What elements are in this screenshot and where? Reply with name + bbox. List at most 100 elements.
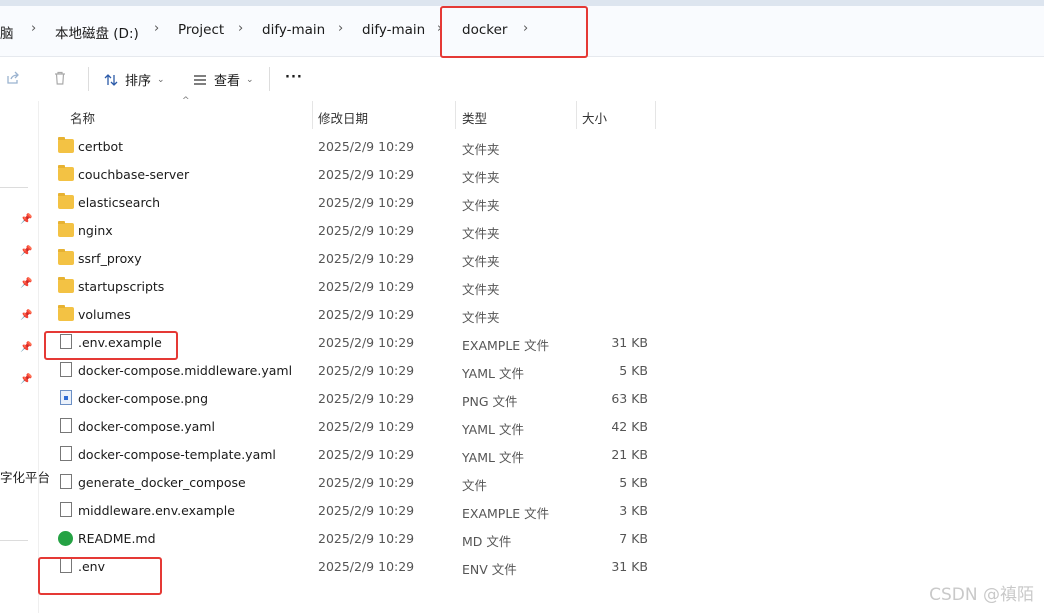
column-header-modified[interactable]: 修改日期 [313,101,455,129]
file-row[interactable]: ssrf_proxy 2025/2/9 10:29 文件夹 [52,245,662,273]
breadcrumb-project[interactable]: Project [178,22,224,38]
file-row[interactable]: certbot 2025/2/9 10:29 文件夹 [52,133,662,161]
file-size: 31 KB [611,559,648,574]
file-type: ENV 文件 [462,562,517,577]
pin-icon[interactable]: 📌 [20,374,32,385]
file-type: 文件夹 [462,282,500,297]
file-modified: 2025/2/9 10:29 [318,251,415,266]
file-row[interactable]: docker-compose.yaml 2025/2/9 10:29 YAML 文件… [52,413,662,441]
file-modified: 2025/2/9 10:29 [318,447,415,462]
file-modified: 2025/2/9 10:29 [318,279,415,294]
file-modified: 2025/2/9 10:29 [318,559,415,574]
file-name[interactable]: elasticsearch [78,195,160,210]
highlight-box [440,6,588,58]
file-name[interactable]: nginx [78,223,113,238]
file-name[interactable]: ssrf_proxy [78,251,142,266]
file-size: 21 KB [611,447,648,462]
file-type: 文件夹 [462,170,500,185]
column-header-name[interactable]: 名称 [52,101,312,129]
file-icon [60,446,72,461]
file-icon [60,502,72,517]
column-header-type[interactable]: 类型 [456,101,576,129]
breadcrumb-chevron-icon[interactable]: › [154,21,159,36]
file-row[interactable]: generate_docker_compose 2025/2/9 10:29 文件 5… [52,469,662,497]
file-row[interactable]: volumes 2025/2/9 10:29 文件夹 [52,301,662,329]
file-size: 7 KB [619,531,648,546]
file-name[interactable]: volumes [78,307,131,322]
file-modified: 2025/2/9 10:29 [318,391,415,406]
breadcrumb-chevron-icon[interactable]: › [338,21,343,36]
file-name[interactable]: startupscripts [78,279,164,294]
file-type: 文件夹 [462,198,500,213]
file-type: 文件夹 [462,142,500,157]
watermark: CSDN @禛陌 [929,585,1034,605]
file-name[interactable]: docker-compose.yaml [78,419,215,434]
delete-icon[interactable] [52,70,68,86]
sort-label: 排序 [125,74,152,89]
file-row[interactable]: nginx 2025/2/9 10:29 文件夹 [52,217,662,245]
file-row[interactable]: docker-compose.png 2025/2/9 10:29 PNG 文件 63… [52,385,662,413]
file-type: YAML 文件 [462,366,524,381]
pin-icon[interactable]: 📌 [20,246,32,257]
highlight-box [44,331,178,360]
file-modified: 2025/2/9 10:29 [318,139,415,154]
share-icon[interactable] [5,70,21,86]
folder-icon [58,137,74,153]
column-divider[interactable] [655,101,656,129]
command-toolbar: 排序 ⌄ 查看 ⌄ ··· [0,57,1044,101]
column-header-size[interactable]: 大小 [577,101,655,129]
file-type: EXAMPLE 文件 [462,338,550,353]
file-modified: 2025/2/9 10:29 [318,503,415,518]
nav-divider [0,187,28,188]
folder-icon [58,165,74,181]
more-options-button[interactable]: ··· [285,70,303,85]
view-button[interactable]: 查看 ⌄ [192,70,254,89]
file-name[interactable]: middleware.env.example [78,503,235,518]
file-row[interactable]: docker-compose.middleware.yaml 2025/2/9 1… [52,357,662,385]
folder-icon [58,277,74,293]
file-row[interactable]: couchbase-server 2025/2/9 10:29 文件夹 [52,161,662,189]
folder-icon [58,305,74,321]
file-type: 文件 [462,478,488,493]
nav-divider [0,540,28,541]
file-row[interactable]: docker-compose-template.yaml 2025/2/9 10:… [52,441,662,469]
file-icon [60,418,72,433]
file-size: 3 KB [619,503,648,518]
view-label: 查看 [214,74,241,89]
breadcrumb-chevron-icon[interactable]: › [238,21,243,36]
breadcrumb-dify-main-inner[interactable]: dify-main [362,22,425,38]
pin-icon[interactable]: 📌 [20,310,32,321]
file-name[interactable]: generate_docker_compose [78,475,246,490]
pane-divider [38,101,39,613]
file-row[interactable]: startupscripts 2025/2/9 10:29 文件夹 [52,273,662,301]
file-row[interactable]: elasticsearch 2025/2/9 10:29 文件夹 [52,189,662,217]
file-name[interactable]: docker-compose.middleware.yaml [78,363,292,378]
file-type: PNG 文件 [462,394,518,409]
breadcrumb-drive-d[interactable]: 本地磁盘 (D:) [55,22,139,42]
sort-button[interactable]: 排序 ⌄ [103,70,165,89]
breadcrumb-dify-main[interactable]: dify-main [262,22,325,38]
file-size: 63 KB [611,391,648,406]
pin-icon[interactable]: 📌 [20,278,32,289]
breadcrumb-chevron-icon[interactable]: › [31,21,36,36]
nav-item-label[interactable]: 字化平台 [0,467,50,486]
file-modified: 2025/2/9 10:29 [318,363,415,378]
file-type: MD 文件 [462,534,512,549]
file-row[interactable]: README.md 2025/2/9 10:29 MD 文件 7 KB [52,525,662,553]
folder-icon [58,193,74,209]
file-name[interactable]: couchbase-server [78,167,189,182]
breadcrumb-this-pc[interactable]: 脑 [0,22,14,42]
pin-icon[interactable]: 📌 [20,214,32,225]
file-name[interactable]: docker-compose-template.yaml [78,447,276,462]
file-name[interactable]: docker-compose.png [78,391,208,406]
file-name[interactable]: certbot [78,139,123,154]
file-size: 5 KB [619,475,648,490]
file-row[interactable]: middleware.env.example 2025/2/9 10:29 EXAM… [52,497,662,525]
file-modified: 2025/2/9 10:29 [318,223,415,238]
markdown-file-icon [58,531,73,546]
file-name[interactable]: README.md [78,531,156,546]
file-type: 文件夹 [462,226,500,241]
toolbar-divider [269,67,270,91]
file-type: 文件夹 [462,310,500,325]
pin-icon[interactable]: 📌 [20,342,32,353]
